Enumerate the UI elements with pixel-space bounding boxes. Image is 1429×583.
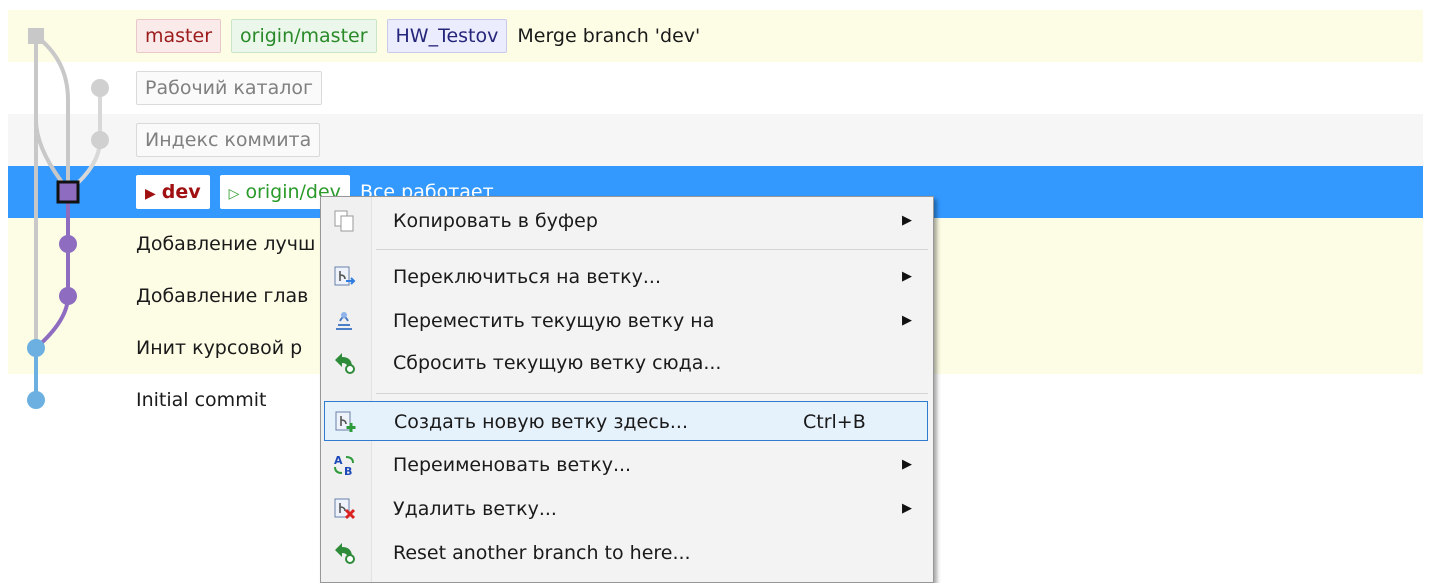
menu-item-label: Сбросить текущую ветку сюда... xyxy=(393,352,722,374)
menu-separator xyxy=(376,393,928,394)
working-directory-row[interactable]: Рабочий каталог xyxy=(8,62,1423,114)
svg-text:A: A xyxy=(334,454,343,467)
rebase-icon xyxy=(336,312,352,330)
rename-branch-icon: A B xyxy=(334,454,354,477)
svg-text:B: B xyxy=(344,465,352,477)
commit-row-merge[interactable]: master origin/master HW_Testov Merge bra… xyxy=(8,10,1423,62)
submenu-arrow-icon: ▶ xyxy=(902,213,912,228)
menu-item-delete-branch[interactable]: Удалить ветку... ▶ xyxy=(324,489,928,529)
submenu-arrow-icon: ▶ xyxy=(902,457,912,472)
commit-index-row[interactable]: Индекс коммита xyxy=(8,114,1423,166)
reset-icon xyxy=(335,543,355,564)
menu-item-label: Переместить текущую ветку на xyxy=(393,310,715,332)
commit-message: Добавление глав xyxy=(136,285,309,307)
menu-item-rename-branch[interactable]: A B Переименовать ветку... ▶ xyxy=(324,445,928,485)
tag-badge-hw-testov[interactable]: HW_Testov xyxy=(386,19,508,53)
menu-item-reset-current-branch[interactable]: Сбросить текущую ветку сюда... xyxy=(324,343,928,383)
checkout-branch-icon xyxy=(334,266,356,286)
graph-node xyxy=(59,287,77,305)
menu-item-label: Создать новую ветку здесь... xyxy=(394,411,689,433)
commit-message: Merge branch 'dev' xyxy=(517,25,701,47)
graph-node xyxy=(27,391,45,409)
menu-separator xyxy=(376,249,928,250)
copy-icon xyxy=(334,210,354,232)
working-directory-badge: Рабочий каталог xyxy=(136,71,322,105)
commit-graph xyxy=(27,28,109,409)
graph-node-merge xyxy=(28,28,44,44)
current-branch-icon: ▶ xyxy=(145,186,156,202)
delete-branch-icon xyxy=(334,498,356,520)
menu-item-move-current-branch[interactable]: Переместить текущую ветку на ▶ xyxy=(324,301,928,341)
remote-branch-badge-origin-master[interactable]: origin/master xyxy=(231,19,377,53)
commit-message: Добавление лучш xyxy=(136,233,316,255)
graph-node xyxy=(59,235,77,253)
create-branch-icon xyxy=(335,411,356,432)
submenu-arrow-icon: ▶ xyxy=(902,313,912,328)
graph-node xyxy=(27,339,45,357)
branch-badge-dev[interactable]: ▶ dev xyxy=(136,175,210,209)
submenu-arrow-icon: ▶ xyxy=(902,501,912,516)
menu-item-copy-to-clipboard[interactable]: Копировать в буфер ▶ xyxy=(324,201,928,241)
submenu-arrow-icon: ▶ xyxy=(902,269,912,284)
commit-index-badge: Индекс коммита xyxy=(136,123,321,157)
commit-message: Инит курсовой р xyxy=(136,337,303,359)
menu-item-label: Reset another branch to here... xyxy=(393,542,691,564)
menu-item-label: Переключиться на ветку... xyxy=(393,266,661,288)
menu-item-shortcut: Ctrl+B xyxy=(803,411,866,433)
graph-node-working-dir xyxy=(91,79,109,97)
remote-branch-icon: ▷ xyxy=(228,186,240,202)
branch-badge-dev-label: dev xyxy=(161,181,201,203)
graph-node-index xyxy=(91,131,109,149)
menu-item-reset-another-branch[interactable]: Reset another branch to here... xyxy=(324,533,928,573)
menu-item-checkout-branch[interactable]: Переключиться на ветку... ▶ xyxy=(324,257,928,297)
branch-badge-master[interactable]: master xyxy=(136,19,222,53)
graph-node-head xyxy=(56,180,80,204)
reset-icon xyxy=(335,353,355,374)
menu-item-label: Копировать в буфер xyxy=(393,210,598,232)
graph-edge xyxy=(34,36,70,192)
context-menu: Копировать в буфер ▶ Переключиться на ве… xyxy=(320,196,934,583)
menu-item-label: Переименовать ветку... xyxy=(393,454,632,476)
menu-item-label: Удалить ветку... xyxy=(393,498,557,520)
menu-item-create-branch[interactable]: Создать новую ветку здесь... Ctrl+B xyxy=(324,401,928,441)
commit-message: Initial commit xyxy=(136,389,267,411)
graph-edge-dev xyxy=(34,192,70,350)
